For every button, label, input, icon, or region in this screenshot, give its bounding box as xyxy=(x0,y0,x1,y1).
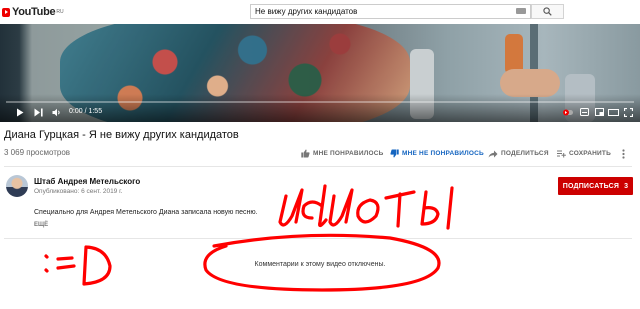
subtitles-icon xyxy=(579,108,589,116)
comments-disabled-text: Комментарии к этому видео отключены. xyxy=(254,261,386,268)
share-label: ПОДЕЛИТЬСЯ xyxy=(501,150,549,157)
subtitles-button[interactable] xyxy=(579,106,589,118)
divider xyxy=(4,166,632,167)
video-frame-hand xyxy=(500,69,560,97)
search-icon xyxy=(543,7,552,16)
search-input-value: Не вижу других кандидатов xyxy=(255,7,358,16)
like-label: МНЕ ПОНРАВИЛОСЬ xyxy=(313,150,384,157)
miniplayer-button[interactable] xyxy=(594,106,604,118)
time-display: 0:00 / 1:55 xyxy=(69,108,103,115)
subscribe-label: ПОДПИСАТЬСЯ xyxy=(562,182,620,190)
thumbs-down-icon xyxy=(390,149,399,158)
volume-icon xyxy=(52,108,60,116)
more-vert-icon xyxy=(622,148,625,159)
video-frame-background-figure xyxy=(505,34,523,74)
handwritten-word-idioty xyxy=(278,184,454,230)
autoplay-toggle[interactable] xyxy=(562,106,574,118)
keyboard-icon[interactable] xyxy=(516,8,526,14)
like-button[interactable]: МНЕ ПОНРАВИЛОСЬ xyxy=(301,148,383,159)
progress-bar[interactable] xyxy=(6,101,634,103)
youtube-watch-page: YouTube RU Не вижу других кандидатов 0:0… xyxy=(0,0,640,309)
mute-button[interactable] xyxy=(50,106,62,118)
next-button[interactable] xyxy=(32,106,44,118)
comments-disabled-message: Комментарии к этому видео отключены. xyxy=(0,261,640,268)
show-more-link[interactable]: ЕЩЁ xyxy=(34,222,48,228)
share-icon xyxy=(488,150,498,157)
share-button[interactable]: ПОДЕЛИТЬСЯ xyxy=(488,148,549,159)
play-button[interactable] xyxy=(14,106,26,118)
view-count: 3 069 просмотров xyxy=(4,148,71,157)
channel-avatar[interactable] xyxy=(6,175,28,197)
fullscreen-button[interactable] xyxy=(622,106,634,118)
theater-icon xyxy=(607,108,619,116)
publish-date: Опубликовано: 6 сент. 2019 г. xyxy=(34,188,123,195)
skip-next-icon xyxy=(34,108,43,116)
dislike-label: МНЕ НЕ ПОНРАВИЛОСЬ xyxy=(402,150,484,157)
subscriber-count: 3 xyxy=(624,182,629,190)
search-input[interactable]: Не вижу других кандидатов xyxy=(250,4,531,19)
youtube-play-logo-icon xyxy=(2,7,10,17)
search-button[interactable] xyxy=(531,4,564,19)
thumbs-up-icon xyxy=(301,149,310,158)
theater-mode-button[interactable] xyxy=(607,106,619,118)
logo-text: YouTube xyxy=(12,6,56,18)
miniplayer-icon xyxy=(594,108,604,116)
save-label: СОХРАНИТЬ xyxy=(569,150,611,157)
divider xyxy=(4,238,632,239)
play-icon xyxy=(17,108,24,116)
fullscreen-icon xyxy=(623,107,633,117)
save-button[interactable]: СОХРАНИТЬ xyxy=(557,148,611,159)
logo-region: RU xyxy=(56,9,64,15)
video-description: Специально для Андрея Метельского Диана … xyxy=(34,209,258,216)
dislike-button[interactable]: МНЕ НЕ ПОНРАВИЛОСЬ xyxy=(390,148,484,159)
more-actions-button[interactable] xyxy=(620,148,630,159)
youtube-logo[interactable]: YouTube RU xyxy=(2,4,64,20)
channel-name[interactable]: Штаб Андрея Метельского xyxy=(34,177,140,186)
masthead: YouTube RU Не вижу других кандидатов xyxy=(0,0,640,24)
video-title: Диана Гурцкая - Я не вижу других кандида… xyxy=(4,129,239,141)
autoplay-icon xyxy=(562,109,573,115)
subscribe-button[interactable]: ПОДПИСАТЬСЯ 3 xyxy=(558,177,633,195)
playlist-add-icon xyxy=(557,150,566,157)
